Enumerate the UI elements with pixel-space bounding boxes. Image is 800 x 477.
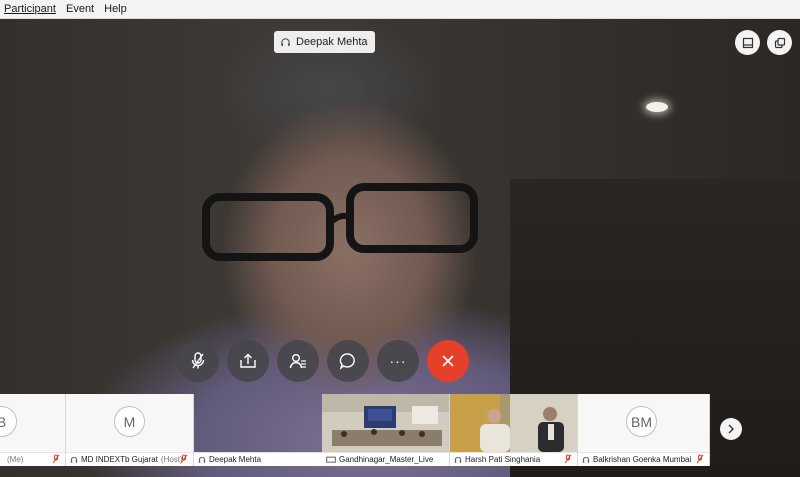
mic-off-icon bbox=[52, 454, 60, 464]
headset-icon bbox=[70, 456, 78, 463]
chat-icon bbox=[339, 353, 355, 370]
next-participants-button[interactable] bbox=[720, 418, 742, 440]
participants-button[interactable] bbox=[277, 340, 319, 382]
speaker-name-tag: Deepak Mehta bbox=[274, 31, 375, 53]
participant-video bbox=[450, 394, 577, 452]
menu-event[interactable]: Event bbox=[66, 3, 94, 15]
more-button[interactable]: ··· bbox=[377, 340, 419, 382]
participant-tile-me[interactable]: B (Me) bbox=[0, 394, 66, 466]
speaker-glasses bbox=[202, 183, 478, 261]
mic-off-icon bbox=[180, 454, 188, 464]
mic-off-icon bbox=[191, 352, 205, 369]
menu-participant[interactable]: Participant bbox=[4, 3, 56, 15]
chat-button[interactable] bbox=[327, 340, 369, 382]
headset-icon bbox=[582, 456, 590, 463]
participant-caption: Gandhinagar_Master_Live bbox=[322, 452, 449, 466]
mic-off-icon bbox=[564, 454, 572, 464]
menu-bar: Participant Event Help bbox=[0, 0, 800, 19]
avatar: M bbox=[114, 406, 145, 437]
end-call-button[interactable] bbox=[427, 340, 469, 382]
close-icon bbox=[442, 355, 454, 367]
popout-button[interactable] bbox=[767, 30, 792, 55]
headset-icon bbox=[281, 37, 290, 46]
participant-caption: Harsh Pati Singhania bbox=[450, 452, 577, 466]
participant-tile-deepak-mehta[interactable]: Deepak Mehta bbox=[194, 394, 322, 466]
ceiling-light bbox=[646, 102, 668, 112]
headset-icon bbox=[198, 456, 206, 463]
monitor-icon bbox=[326, 456, 336, 463]
mic-off-icon bbox=[696, 454, 704, 464]
speaker-name: Deepak Mehta bbox=[296, 36, 368, 48]
popout-icon bbox=[774, 37, 785, 48]
avatar: B bbox=[0, 406, 17, 437]
participant-tile-gandhinagar[interactable]: Gandhinagar_Master_Live bbox=[322, 394, 450, 466]
participant-caption: MD INDEXTb Gujarat (Host) bbox=[66, 452, 193, 466]
participant-strip: B (Me) M MD INDEXTb Gujarat (Host) bbox=[0, 394, 710, 466]
more-icon: ··· bbox=[389, 353, 407, 369]
participants-icon bbox=[289, 354, 306, 369]
share-icon bbox=[240, 353, 256, 368]
participant-tile-balkrishan-goenka[interactable]: BM Balkrishan Goenka Mumbai bbox=[578, 394, 710, 466]
participant-tile-md-indextb[interactable]: M MD INDEXTb Gujarat (Host) bbox=[66, 394, 194, 466]
menu-help[interactable]: Help bbox=[104, 3, 127, 15]
share-button[interactable] bbox=[227, 340, 269, 382]
participant-caption: Balkrishan Goenka Mumbai bbox=[578, 452, 709, 466]
conference-room-video bbox=[322, 394, 449, 452]
avatar: BM bbox=[626, 406, 657, 437]
headset-icon bbox=[454, 456, 462, 463]
layout-button[interactable] bbox=[735, 30, 760, 55]
call-controls: ··· bbox=[0, 340, 800, 382]
layout-icon bbox=[742, 37, 753, 48]
participant-caption: (Me) bbox=[0, 452, 65, 466]
participant-tile-harsh-pati-singhania[interactable]: Harsh Pati Singhania bbox=[450, 394, 578, 466]
participant-caption: Deepak Mehta bbox=[194, 452, 322, 466]
chevron-right-icon bbox=[728, 424, 734, 434]
mute-button[interactable] bbox=[177, 340, 219, 382]
